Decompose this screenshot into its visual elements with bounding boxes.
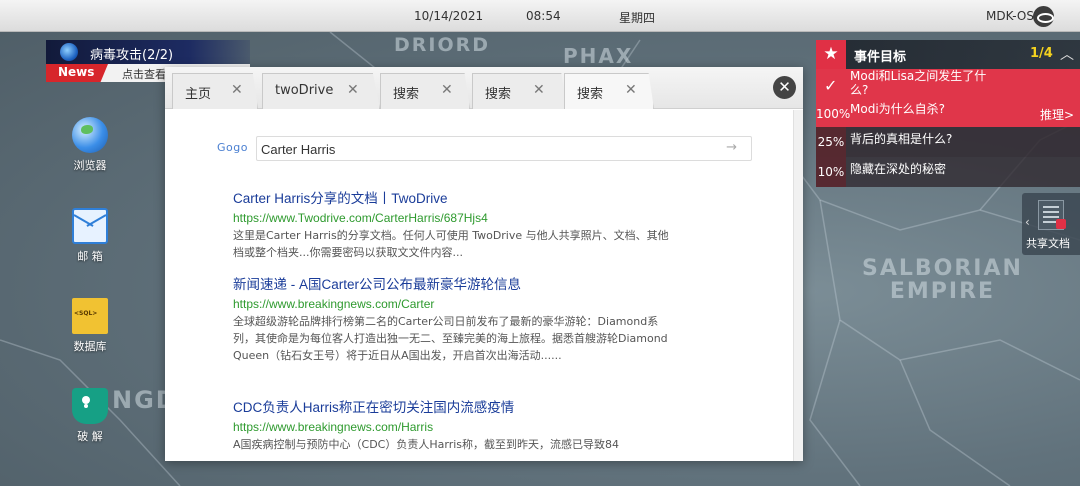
map-label-phax: PHAX	[563, 44, 634, 68]
event-percent: 25%	[816, 127, 846, 157]
desktop-icon-mail[interactable]: 邮 箱	[45, 208, 135, 264]
window-close-button[interactable]: ✕	[773, 76, 796, 99]
tab-label: 搜索	[577, 87, 604, 102]
event-item[interactable]: 25% 背后的真相是什么?	[816, 127, 1080, 157]
tab-close-icon[interactable]: ✕	[347, 82, 359, 98]
tab-label: 搜索	[393, 87, 420, 102]
tab-label: twoDrive	[275, 83, 334, 98]
event-question: 隐藏在深处的秘密	[850, 162, 947, 176]
event-percent: 10%	[816, 157, 846, 187]
event-question: Modi为什么自杀?	[850, 102, 946, 116]
event-targets-title: 事件目标	[854, 50, 907, 65]
tab-search-2[interactable]: 搜索 ✕	[472, 73, 567, 109]
search-result: Carter Harris分享的文档丨TwoDrive https://www.…	[233, 190, 673, 261]
result-description: 全球超级游轮品牌排行榜第二名的Carter公司日前发布了最新的豪华游轮：Diam…	[233, 315, 668, 362]
news-view-link[interactable]: 点击查看	[122, 66, 166, 82]
status-bar: 10/14/2021 08:54 星期四 MDK-OS	[0, 0, 1080, 32]
search-input[interactable]	[261, 139, 701, 159]
search-result: 新闻速递 - A国Carter公司公布最新豪华游轮信息 https://www.…	[233, 276, 673, 364]
content-scrollbar[interactable]	[793, 110, 803, 461]
result-url[interactable]: https://www.Twodrive.com/CarterHarris/68…	[233, 210, 673, 226]
search-box[interactable]: →	[256, 136, 752, 161]
tab-close-icon[interactable]: ✕	[231, 82, 243, 98]
event-item-completed[interactable]: ✓ Modi和Lisa之间发生了什么? 100% Modi为什么自杀? 推理>	[816, 69, 1080, 127]
result-description: 这里是Carter Harris的分享文档。任何人可使用 TwoDrive 与他…	[233, 229, 669, 259]
desktop-icon-label: 邮 箱	[77, 250, 103, 263]
result-title-link[interactable]: Carter Harris分享的文档丨TwoDrive	[233, 190, 673, 208]
search-result: CDC负责人Harris称正在密切关注国内流感疫情 https://www.br…	[233, 399, 673, 453]
tab-close-icon[interactable]: ✕	[441, 82, 453, 98]
globe-icon	[72, 117, 108, 153]
page-content[interactable]: Gogo → Carter Harris分享的文档丨TwoDrive https…	[165, 110, 793, 461]
event-targets-header[interactable]: ★ 事件目标 1/4 ︿	[816, 40, 1080, 69]
check-icon: ✓	[824, 76, 838, 95]
event-item[interactable]: 10% 隐藏在深处的秘密	[816, 157, 1080, 187]
shared-docs-label: 共享文档	[1026, 237, 1070, 250]
tab-close-icon[interactable]: ✕	[625, 82, 637, 98]
shared-docs-button[interactable]: ‹ 共享文档	[1022, 193, 1080, 255]
tab-label: 主页	[185, 87, 212, 102]
deduce-button[interactable]: 推理>	[1040, 106, 1074, 123]
tab-search-3[interactable]: 搜索 ✕	[564, 73, 654, 109]
badge-icon	[1056, 219, 1066, 229]
result-description: A国疾病控制与预防中心（CDC）负责人Harris称，截至到昨天，流感已导致84	[233, 438, 620, 451]
map-label-driord: DRIORD	[394, 34, 491, 56]
tab-bar: 主页 ✕ twoDrive ✕ 搜索 ✕ 搜索 ✕ 搜索 ✕ ✕	[165, 67, 803, 109]
os-logo-icon[interactable]	[1033, 6, 1054, 27]
shield-icon	[72, 388, 108, 424]
map-label-salborian: SALBORIAN	[862, 256, 1023, 281]
desktop-icon-crack[interactable]: 破 解	[45, 388, 135, 444]
mail-icon	[72, 208, 108, 244]
star-icon: ★	[816, 40, 846, 69]
tab-close-icon[interactable]: ✕	[533, 82, 545, 98]
database-file-icon	[72, 298, 108, 334]
desktop-icon-label: 破 解	[77, 430, 103, 443]
result-url[interactable]: https://www.breakingnews.com/Harris	[233, 419, 673, 435]
tab-label: 搜索	[485, 87, 512, 102]
tab-twodrive[interactable]: twoDrive ✕	[262, 73, 380, 109]
desktop-icon-database[interactable]: 数据库	[45, 298, 135, 354]
desktop-icon-label: 数据库	[73, 340, 107, 353]
event-percent: 100%	[816, 107, 851, 121]
search-logo: Gogo	[217, 141, 248, 154]
browser-window: 主页 ✕ twoDrive ✕ 搜索 ✕ 搜索 ✕ 搜索 ✕ ✕ Gogo → …	[165, 67, 803, 461]
status-weekday: 星期四	[619, 11, 656, 25]
news-title: 病毒攻击(2/2)	[90, 48, 174, 63]
map-label-empire: EMPIRE	[889, 279, 996, 305]
globe-icon	[60, 43, 78, 61]
chevron-left-icon: ‹	[1025, 215, 1030, 229]
result-title-link[interactable]: CDC负责人Harris称正在密切关注国内流感疫情	[233, 399, 673, 417]
result-url[interactable]: https://www.breakingnews.com/Carter	[233, 296, 673, 312]
event-progress-count: 1/4	[1030, 46, 1053, 61]
os-name: MDK-OS	[986, 9, 1034, 23]
result-title-link[interactable]: 新闻速递 - A国Carter公司公布最新豪华游轮信息	[233, 276, 673, 294]
desktop-icon-browser[interactable]: 浏览器	[45, 117, 135, 173]
event-question: 背后的真相是什么?	[850, 132, 953, 146]
event-question: Modi和Lisa之间发生了什么?	[850, 69, 987, 97]
tab-home[interactable]: 主页 ✕	[172, 73, 258, 109]
news-header: 病毒攻击(2/2)	[46, 40, 250, 64]
desktop-icon-label: 浏览器	[73, 159, 107, 172]
status-date: 10/14/2021	[414, 9, 484, 23]
news-tag: News	[46, 64, 108, 82]
arrow-right-icon[interactable]: →	[726, 140, 737, 155]
map-label-salborian-empire: SALBORIAN EMPIRE	[862, 257, 1023, 303]
status-time: 08:54	[526, 9, 561, 23]
chevron-up-icon[interactable]: ︿	[1060, 44, 1074, 64]
tab-search-1[interactable]: 搜索 ✕	[380, 73, 470, 109]
